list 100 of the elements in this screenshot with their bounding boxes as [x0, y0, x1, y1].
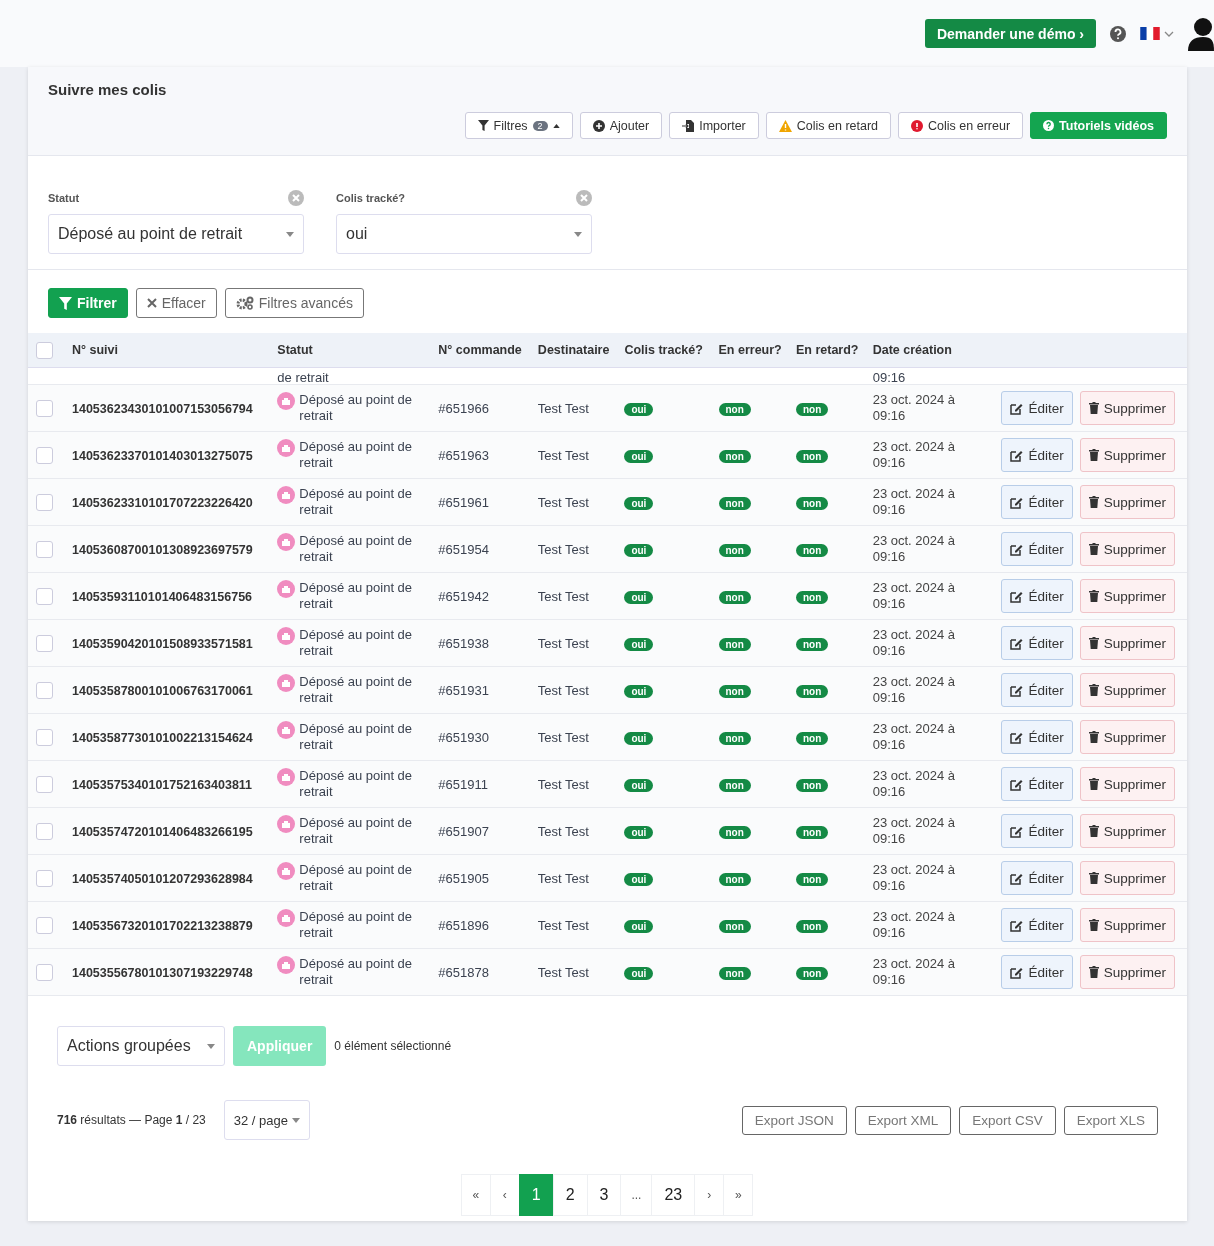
- delete-button[interactable]: Supprimer: [1079, 720, 1175, 754]
- late-badge: non: [796, 496, 829, 510]
- edit-icon: [1010, 918, 1024, 932]
- edit-button[interactable]: Éditer: [1001, 391, 1073, 425]
- page-title: Suivre mes colis: [48, 81, 168, 98]
- filter-action-button[interactable]: Filtres avancés: [224, 288, 364, 318]
- bulk-actions-select[interactable]: Actions groupées: [57, 1026, 225, 1066]
- filter-label: Colis tracké?: [336, 192, 406, 204]
- page-button[interactable]: 2: [552, 1174, 588, 1216]
- page-button[interactable]: «: [460, 1174, 491, 1216]
- late-badge: non: [796, 402, 829, 416]
- page-button[interactable]: ›: [694, 1174, 725, 1216]
- row-checkbox[interactable]: [36, 587, 53, 605]
- edit-button[interactable]: Éditer: [1001, 485, 1073, 519]
- demo-request-button[interactable]: Demander une démo ›: [924, 19, 1096, 48]
- column-header[interactable]: N° suivi: [72, 343, 118, 357]
- creation-date: 23 oct. 2024 à 09:16: [872, 909, 957, 941]
- export-button[interactable]: Export JSON: [741, 1105, 847, 1135]
- per-page-select[interactable]: 32 / page: [223, 1100, 310, 1140]
- status-text: de retrait: [277, 370, 329, 384]
- delete-button[interactable]: Supprimer: [1079, 438, 1175, 472]
- delete-button[interactable]: Supprimer: [1079, 955, 1175, 989]
- edit-button[interactable]: Éditer: [1001, 720, 1073, 754]
- status-text: Déposé au point de retrait: [299, 909, 414, 941]
- row-checkbox[interactable]: [36, 869, 53, 887]
- toolbar-button[interactable]: Ajouter: [579, 112, 663, 139]
- row-checkbox[interactable]: [36, 446, 53, 464]
- chevron-down-icon[interactable]: [1164, 30, 1174, 37]
- edit-icon: [1010, 589, 1024, 603]
- edit-button[interactable]: Éditer: [1001, 861, 1073, 895]
- row-checkbox[interactable]: [36, 963, 53, 981]
- caret-icon: [291, 1117, 300, 1123]
- filter-select[interactable]: oui: [336, 214, 592, 254]
- recipient-name: Test Test: [537, 964, 589, 980]
- recipient-name: Test Test: [537, 588, 589, 604]
- row-checkbox[interactable]: [36, 728, 53, 746]
- clear-icon[interactable]: [288, 190, 304, 206]
- avatar-silhouette-icon[interactable]: [1188, 16, 1214, 51]
- edit-button[interactable]: Éditer: [1001, 579, 1073, 613]
- status-text: Déposé au point de retrait: [299, 815, 414, 847]
- error-badge: non: [718, 825, 751, 839]
- row-checkbox[interactable]: [36, 822, 53, 840]
- delete-button[interactable]: Supprimer: [1079, 861, 1175, 895]
- delete-button[interactable]: Supprimer: [1079, 673, 1175, 707]
- toolbar-button[interactable]: Colis en retard: [765, 112, 892, 139]
- row-checkbox[interactable]: [36, 634, 53, 652]
- page-button[interactable]: ...: [620, 1174, 653, 1216]
- edit-button[interactable]: Éditer: [1001, 438, 1073, 472]
- filter-select[interactable]: Déposé au point de retrait: [48, 214, 304, 254]
- error-badge: non: [718, 919, 751, 933]
- plus-circle-icon: [592, 119, 605, 132]
- edit-button[interactable]: Éditer: [1001, 955, 1073, 989]
- export-button[interactable]: Export XLS: [1063, 1105, 1158, 1135]
- delete-button[interactable]: Supprimer: [1079, 767, 1175, 801]
- delete-button[interactable]: Supprimer: [1079, 391, 1175, 425]
- trash-icon: [1088, 966, 1099, 978]
- row-checkbox[interactable]: [36, 399, 53, 417]
- delete-button[interactable]: Supprimer: [1079, 485, 1175, 519]
- filter-action-button[interactable]: Effacer: [135, 288, 217, 318]
- status-text: Déposé au point de retrait: [299, 674, 414, 706]
- row-checkbox[interactable]: [36, 916, 53, 934]
- column-header[interactable]: Statut: [277, 343, 313, 357]
- filter-label: Statut: [48, 192, 80, 204]
- flag-icon[interactable]: [1140, 27, 1160, 40]
- edit-button[interactable]: Éditer: [1001, 532, 1073, 566]
- delete-button[interactable]: Supprimer: [1079, 908, 1175, 942]
- error-badge: non: [718, 637, 751, 651]
- creation-date: 23 oct. 2024 à 09:16: [872, 815, 957, 847]
- count-badge: 2: [532, 120, 548, 131]
- edit-button[interactable]: Éditer: [1001, 767, 1073, 801]
- row-checkbox[interactable]: [36, 775, 53, 793]
- edit-button[interactable]: Éditer: [1001, 673, 1073, 707]
- edit-button[interactable]: Éditer: [1001, 626, 1073, 660]
- edit-button[interactable]: Éditer: [1001, 814, 1073, 848]
- toolbar-button[interactable]: Colis en erreur: [898, 112, 1024, 139]
- toolbar-button[interactable]: Importer: [669, 112, 759, 139]
- status-icon: [277, 439, 296, 457]
- page-button[interactable]: »: [723, 1174, 754, 1216]
- row-checkbox[interactable]: [36, 681, 53, 699]
- select-all-checkbox[interactable]: [36, 341, 53, 359]
- row-checkbox[interactable]: [36, 540, 53, 558]
- delete-button[interactable]: Supprimer: [1079, 626, 1175, 660]
- tracked-badge: oui: [624, 496, 654, 510]
- trash-icon: [1088, 402, 1099, 414]
- delete-button[interactable]: Supprimer: [1079, 814, 1175, 848]
- delete-button[interactable]: Supprimer: [1079, 579, 1175, 613]
- page-button[interactable]: 23: [651, 1174, 696, 1216]
- toolbar-button[interactable]: Filtres 2: [464, 112, 573, 139]
- help-icon[interactable]: [1110, 25, 1126, 42]
- error-badge: non: [718, 872, 751, 886]
- clear-icon[interactable]: [576, 190, 592, 206]
- page-button[interactable]: ‹: [489, 1174, 520, 1216]
- export-button[interactable]: Export XML: [854, 1105, 952, 1135]
- date-text: 09:16: [872, 370, 906, 384]
- edit-icon: [1010, 965, 1024, 979]
- delete-button[interactable]: Supprimer: [1079, 532, 1175, 566]
- filter-icon: [477, 120, 489, 131]
- row-checkbox[interactable]: [36, 493, 53, 511]
- export-button[interactable]: Export CSV: [959, 1105, 1056, 1135]
- edit-button[interactable]: Éditer: [1001, 908, 1073, 942]
